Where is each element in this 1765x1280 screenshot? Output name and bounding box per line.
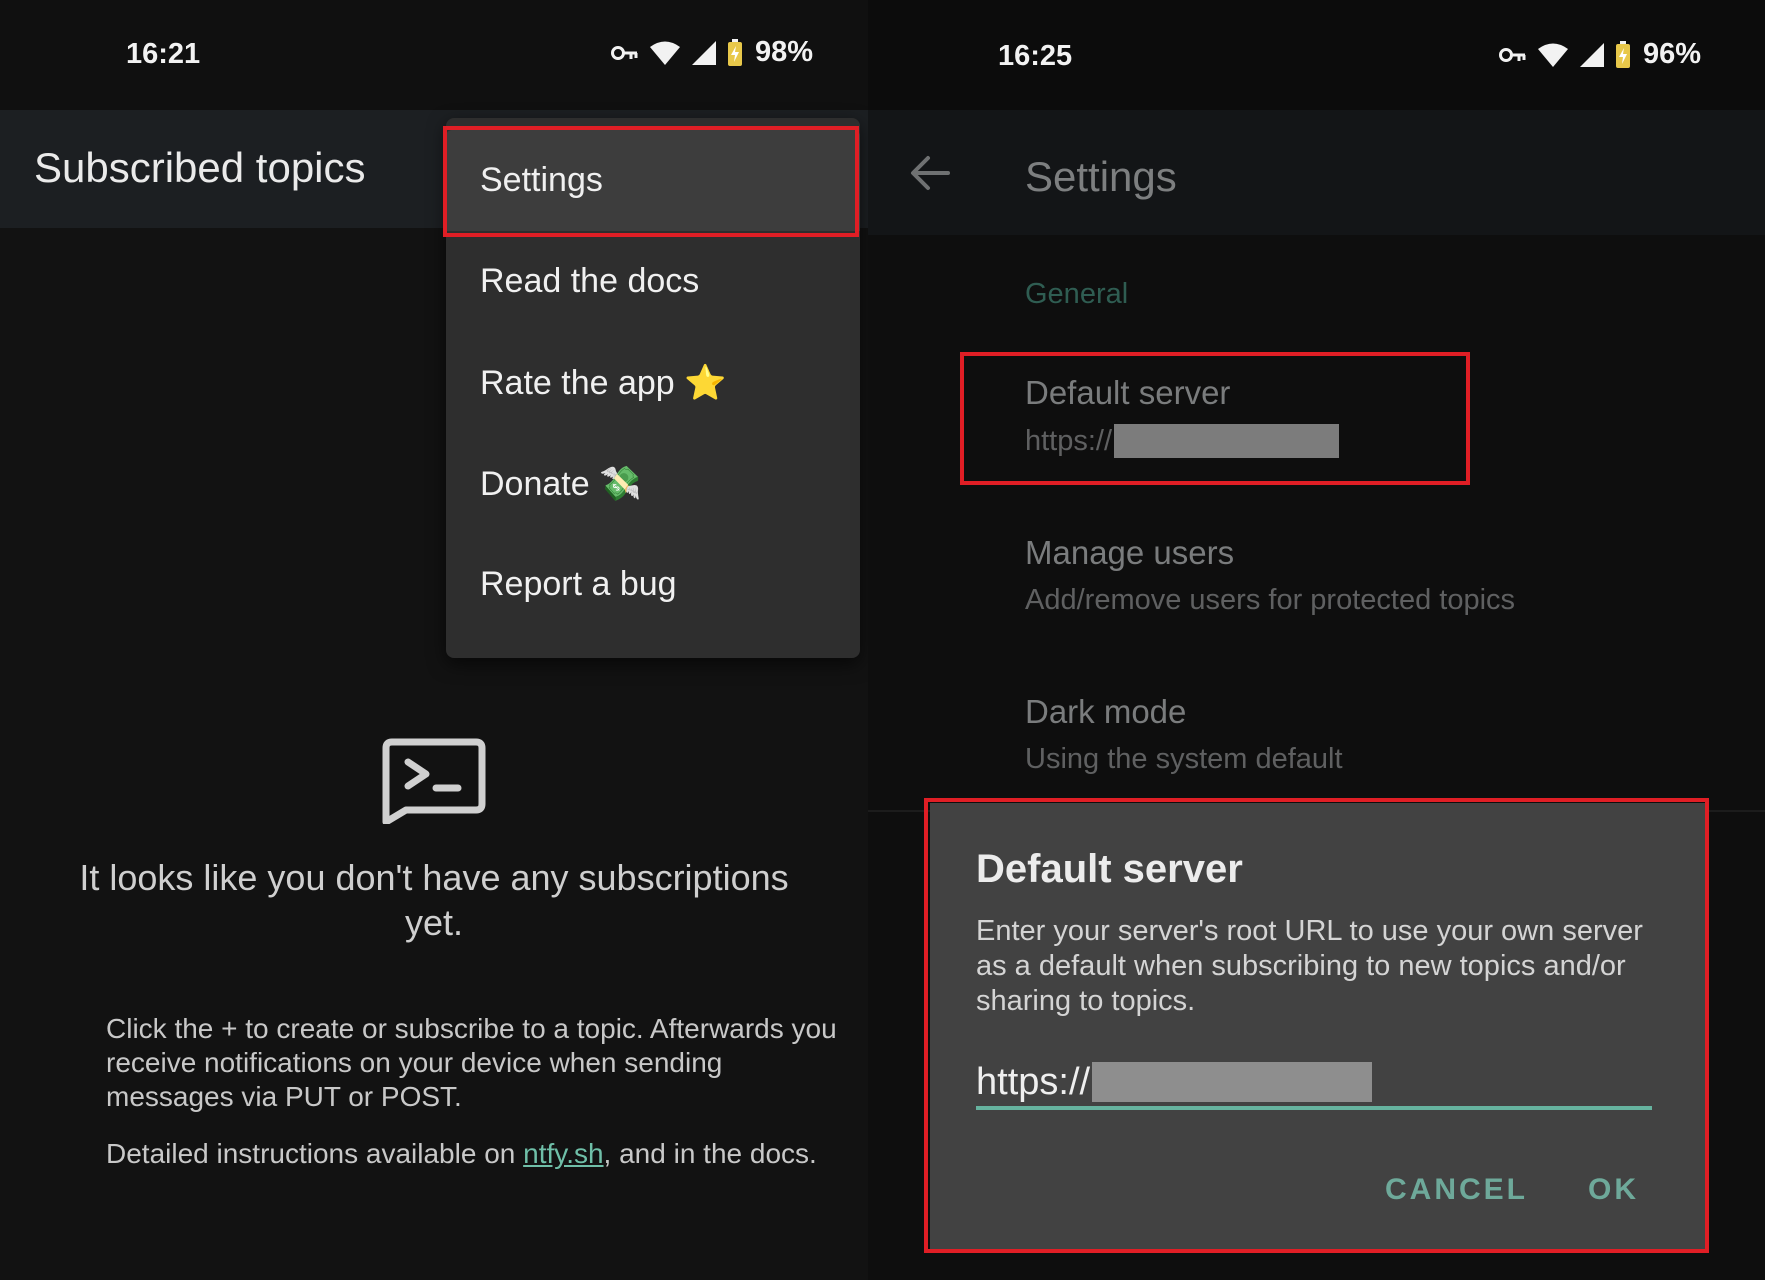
- pref-summary: https://: [1025, 424, 1340, 458]
- dialog-message: Enter your server's root URL to use your…: [976, 915, 1643, 1017]
- overflow-menu: Settings Read the docs Rate the app ⭐ Do…: [446, 118, 860, 658]
- pref-title: Dark mode: [1025, 693, 1187, 730]
- ntfy-link[interactable]: ntfy.sh: [523, 1138, 603, 1169]
- battery-percent: 98%: [755, 36, 814, 68]
- status-icons: 98%: [611, 36, 813, 69]
- server-url-input[interactable]: https://: [976, 1058, 1652, 1110]
- wifi-icon: [650, 41, 680, 65]
- redacted-block: [1092, 1062, 1373, 1102]
- status-time: 16:25: [998, 40, 1073, 72]
- pref-summary-text: https://: [1025, 424, 1113, 457]
- right-screen: 16:25 96% Settings General Default serve…: [868, 0, 1765, 1280]
- menu-item-rate-app[interactable]: Rate the app ⭐: [446, 332, 860, 433]
- dialog-title: Default server: [976, 847, 1243, 891]
- signal-icon: [692, 40, 716, 65]
- menu-item-label: Read the docs: [480, 262, 700, 300]
- menu-item-report-bug[interactable]: Report a bug: [446, 534, 860, 635]
- cancel-button[interactable]: CANCEL: [1385, 1173, 1528, 1207]
- details-prefix: Detailed instructions available on: [106, 1138, 524, 1169]
- redacted-block: [1114, 424, 1340, 458]
- status-bar: 16:21 98%: [0, 0, 868, 110]
- pref-summary: Using the system default: [1025, 743, 1343, 775]
- pref-default-server[interactable]: Default server https://: [1025, 374, 1340, 458]
- pref-title: Manage users: [1025, 534, 1235, 571]
- menu-item-label: Donate 💸: [480, 464, 642, 503]
- server-url-value: https://: [976, 1060, 1091, 1103]
- battery-percent: 96%: [1643, 38, 1702, 70]
- page-title: Subscribed topics: [34, 144, 366, 191]
- empty-state-body: Click the + to create or subscribe to a …: [106, 1013, 837, 1112]
- menu-item-label: Rate the app ⭐: [480, 363, 727, 402]
- back-arrow-icon[interactable]: [910, 155, 950, 191]
- vpn-key-icon: [1499, 47, 1526, 62]
- pref-manage-users[interactable]: Manage users Add/remove users for protec…: [1025, 534, 1515, 617]
- signal-icon: [1580, 42, 1604, 67]
- empty-state-title: It looks like you don't have any subscri…: [79, 857, 789, 943]
- battery-icon: [1616, 40, 1630, 68]
- pref-title: Default server: [1025, 374, 1231, 411]
- pref-dark-mode[interactable]: Dark mode Using the system default: [1025, 693, 1343, 776]
- menu-item-read-docs[interactable]: Read the docs: [446, 231, 860, 332]
- left-screen: 16:21 98% Subscribed topics Settings Rea…: [0, 0, 868, 1280]
- menu-item-label: Report a bug: [480, 565, 677, 603]
- wifi-icon: [1538, 43, 1568, 67]
- pref-category-general: General: [1025, 278, 1129, 310]
- ok-button[interactable]: OK: [1588, 1173, 1639, 1207]
- battery-icon: [728, 38, 742, 66]
- status-time: 16:21: [126, 38, 201, 70]
- menu-item-label: Settings: [480, 161, 603, 199]
- app-bar: [868, 110, 1765, 235]
- menu-item-donate[interactable]: Donate 💸: [446, 433, 860, 534]
- details-suffix: , and in the docs.: [603, 1138, 817, 1169]
- pref-summary: Add/remove users for protected topics: [1025, 584, 1516, 616]
- empty-state-details: Detailed instructions available on ntfy.…: [106, 1137, 846, 1171]
- status-bar: 16:25 96%: [868, 0, 1765, 110]
- default-server-dialog: Default server Enter your server's root …: [930, 803, 1706, 1249]
- menu-item-settings[interactable]: Settings: [446, 130, 860, 231]
- status-icons: 96%: [1499, 38, 1701, 71]
- vpn-key-icon: [611, 45, 638, 60]
- terminal-chat-icon: [382, 738, 486, 824]
- page-title: Settings: [1025, 153, 1177, 200]
